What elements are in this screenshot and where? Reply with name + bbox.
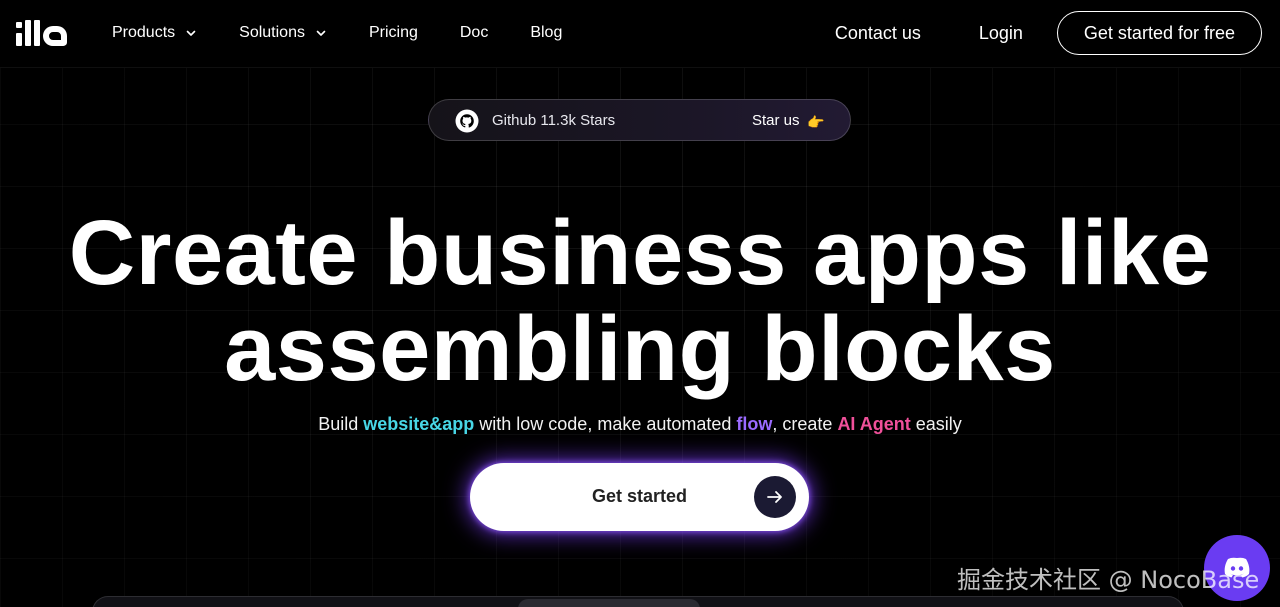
arrow-right-glyph [767, 491, 782, 503]
logo-a [43, 26, 67, 46]
hero-subtitle: Build website&app with low code, make au… [0, 414, 1280, 435]
nav-solutions[interactable]: Solutions [239, 24, 327, 42]
chevron-down-icon [316, 30, 326, 36]
logo-i-dot [16, 22, 22, 28]
landing-page: Products Solutions Pricing Doc Blog Cont… [0, 0, 1280, 607]
hero-sub-pre: Build [318, 414, 364, 434]
hero-sub-flow: flow [736, 414, 773, 434]
logo-i-stem [16, 33, 22, 46]
hero-title-line1: Create business apps like [68, 202, 1212, 304]
hero-title-line2: assembling blocks [224, 298, 1056, 400]
get-started-button[interactable]: Get started [470, 463, 809, 531]
pointing-hand-icon: 👉 [807, 114, 825, 130]
nav-products-label: Products [112, 24, 176, 41]
preview-panel-tab [518, 599, 700, 607]
nav-solutions-label: Solutions [239, 24, 305, 41]
hero-sub-post: easily [910, 414, 962, 434]
nav-pricing[interactable]: Pricing [369, 24, 418, 42]
hero-title: Create business apps like assembling blo… [0, 205, 1280, 397]
hero-sub-ai-agent: AI Agent [837, 414, 911, 434]
github-stars-text: Github 11.3k Stars [492, 112, 616, 129]
arrow-right-icon [754, 476, 796, 518]
login-link[interactable]: Login [979, 23, 1023, 44]
illa-logo[interactable] [16, 20, 67, 46]
nav-doc[interactable]: Doc [460, 24, 488, 42]
nav-products[interactable]: Products [112, 24, 197, 42]
hero-sub-mid1: with low code, make automated [474, 414, 737, 434]
logo-l2 [34, 20, 40, 46]
hero-sub-website-app: website&app [363, 414, 475, 434]
get-started-label: Get started [592, 486, 688, 506]
chevron-down-icon [186, 30, 196, 36]
star-us-label[interactable]: Star us [752, 112, 800, 129]
github-stars-pill[interactable]: Github 11.3k Stars Star us 👉 [428, 99, 851, 141]
get-started-free-button[interactable]: Get started for free [1056, 11, 1262, 55]
nav-blog[interactable]: Blog [530, 24, 562, 42]
top-nav: Products Solutions Pricing Doc Blog Cont… [0, 0, 1280, 68]
github-icon [455, 109, 479, 133]
watermark: 掘金技术社区 @ NocoBase [957, 566, 1260, 594]
nav-actions: Contact us Login Get started for free [835, 11, 1262, 55]
logo-l1 [25, 20, 31, 46]
contact-us-link[interactable]: Contact us [835, 23, 921, 44]
main-nav: Products Solutions Pricing Doc Blog [112, 0, 562, 66]
logo-i [16, 22, 22, 46]
hero-sub-mid2: , create [772, 414, 838, 434]
